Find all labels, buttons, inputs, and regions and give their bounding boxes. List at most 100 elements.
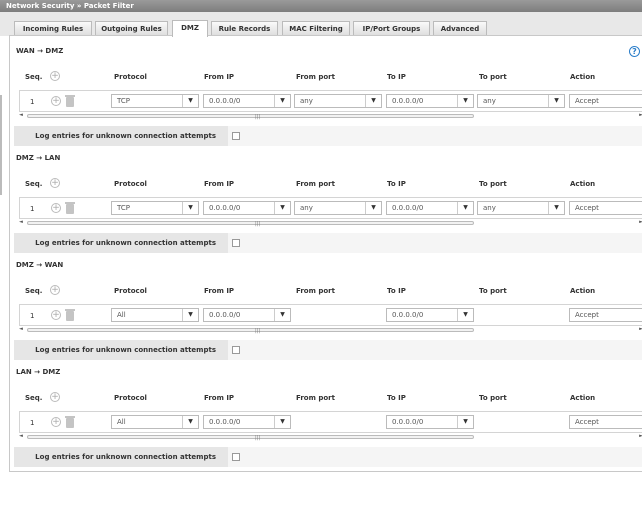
scroll-grip-icon: ||| — [255, 328, 261, 334]
header-from-ip: From IP — [204, 287, 235, 295]
to-port-select[interactable]: any ▼ — [477, 94, 565, 108]
from-ip-value: 0.0.0.0/0 — [209, 418, 241, 426]
from-ip-select[interactable]: 0.0.0.0/0 ▼ — [203, 415, 291, 429]
from-ip-select[interactable]: 0.0.0.0/0 ▼ — [203, 94, 291, 108]
chevron-down-icon: ▼ — [182, 416, 198, 428]
header-from-port: From port — [296, 394, 335, 402]
log-checkbox[interactable] — [232, 346, 240, 354]
scroll-grip-icon: ||| — [255, 221, 261, 227]
tab-incoming-rules[interactable]: Incoming Rules — [14, 21, 92, 36]
action-field[interactable]: Accept — [569, 201, 642, 215]
log-checkbox[interactable] — [232, 239, 240, 247]
chevron-down-icon: ▼ — [274, 95, 290, 107]
tab-advanced[interactable]: Advanced — [433, 21, 487, 36]
chevron-down-icon: ▼ — [182, 202, 198, 214]
horizontal-scrollbar[interactable]: ◄ ||| ► — [19, 326, 642, 334]
header-action: Action — [570, 180, 596, 188]
from-ip-value: 0.0.0.0/0 — [209, 204, 241, 212]
log-label: Log entries for unknown connection attem… — [35, 453, 216, 461]
to-port-value: any — [483, 204, 496, 212]
breadcrumb: Network Security » Packet Filter — [0, 0, 642, 12]
action-field[interactable]: Accept — [569, 94, 642, 108]
header-seq: Seq. — [25, 180, 43, 188]
log-checkbox[interactable] — [232, 132, 240, 140]
scroll-track[interactable]: ||| — [27, 221, 474, 227]
insert-rule-icon[interactable]: + — [51, 310, 61, 320]
header-to-ip: To IP — [387, 180, 406, 188]
to-port-select[interactable]: any ▼ — [477, 201, 565, 215]
tab-bar: Incoming Rules Outgoing Rules DMZ Rule R… — [0, 12, 642, 37]
header-to-port: To port — [479, 287, 507, 295]
scroll-track[interactable]: ||| — [27, 114, 474, 120]
trash-icon[interactable] — [65, 416, 75, 428]
protocol-value: All — [117, 311, 126, 319]
header-from-ip: From IP — [204, 394, 235, 402]
protocol-select[interactable]: All ▼ — [111, 308, 199, 322]
section-title: WAN → DMZ — [16, 47, 64, 55]
from-ip-select[interactable]: 0.0.0.0/0 ▼ — [203, 201, 291, 215]
from-port-value: any — [300, 97, 313, 105]
tab-rule-records[interactable]: Rule Records — [211, 21, 278, 36]
scroll-track[interactable]: ||| — [27, 435, 474, 441]
chevron-down-icon: ▼ — [274, 309, 290, 321]
header-from-ip: From IP — [204, 180, 235, 188]
horizontal-scrollbar[interactable]: ◄ ||| ► — [19, 219, 642, 227]
tab-dmz[interactable]: DMZ — [172, 20, 208, 37]
header-from-ip: From IP — [204, 73, 235, 81]
from-ip-select[interactable]: 0.0.0.0/0 ▼ — [203, 308, 291, 322]
trash-icon[interactable] — [65, 95, 75, 107]
header-from-port: From port — [296, 287, 335, 295]
scroll-track[interactable]: ||| — [27, 328, 474, 334]
header-to-ip: To IP — [387, 73, 406, 81]
header-to-ip: To IP — [387, 394, 406, 402]
tab-outgoing-rules[interactable]: Outgoing Rules — [95, 21, 168, 36]
add-rule-icon[interactable]: + — [50, 392, 60, 402]
insert-rule-icon[interactable]: + — [51, 96, 61, 106]
to-ip-select[interactable]: 0.0.0.0/0 ▼ — [386, 201, 474, 215]
insert-rule-icon[interactable]: + — [51, 203, 61, 213]
header-from-port: From port — [296, 73, 335, 81]
row-seq: 1 — [30, 205, 35, 213]
tab-mac-filtering[interactable]: MAC Filtering — [282, 21, 350, 36]
section-title: DMZ → WAN — [16, 261, 64, 269]
action-field[interactable]: Accept — [569, 415, 642, 429]
to-ip-select[interactable]: 0.0.0.0/0 ▼ — [386, 308, 474, 322]
protocol-value: All — [117, 418, 126, 426]
log-checkbox[interactable] — [232, 453, 240, 461]
insert-rule-icon[interactable]: + — [51, 417, 61, 427]
tab-ip-port-groups[interactable]: IP/Port Groups — [353, 21, 430, 36]
add-rule-icon[interactable]: + — [50, 285, 60, 295]
horizontal-scrollbar[interactable]: ◄ ||| ► — [19, 433, 642, 441]
to-ip-value: 0.0.0.0/0 — [392, 97, 424, 105]
trash-icon[interactable] — [65, 309, 75, 321]
chevron-down-icon: ▼ — [274, 202, 290, 214]
scroll-left-icon[interactable]: ◄ — [19, 219, 23, 225]
header-to-port: To port — [479, 180, 507, 188]
add-rule-icon[interactable]: + — [50, 71, 60, 81]
row-seq: 1 — [30, 312, 35, 320]
to-ip-select[interactable]: 0.0.0.0/0 ▼ — [386, 94, 474, 108]
scroll-left-icon[interactable]: ◄ — [19, 326, 23, 332]
horizontal-scrollbar[interactable]: ◄ ||| ► — [19, 112, 642, 120]
protocol-value: TCP — [117, 97, 130, 105]
protocol-select[interactable]: TCP ▼ — [111, 201, 199, 215]
to-ip-select[interactable]: 0.0.0.0/0 ▼ — [386, 415, 474, 429]
to-ip-value: 0.0.0.0/0 — [392, 204, 424, 212]
header-action: Action — [570, 73, 596, 81]
add-rule-icon[interactable]: + — [50, 178, 60, 188]
scroll-left-icon[interactable]: ◄ — [19, 112, 23, 118]
log-row: Log entries for unknown connection attem… — [14, 447, 642, 467]
action-field[interactable]: Accept — [569, 308, 642, 322]
header-seq: Seq. — [25, 287, 43, 295]
from-port-select[interactable]: any ▼ — [294, 201, 382, 215]
chevron-down-icon: ▼ — [548, 202, 564, 214]
trash-icon[interactable] — [65, 202, 75, 214]
from-port-select[interactable]: any ▼ — [294, 94, 382, 108]
protocol-select[interactable]: TCP ▼ — [111, 94, 199, 108]
scroll-grip-icon: ||| — [255, 435, 261, 441]
scroll-left-icon[interactable]: ◄ — [19, 433, 23, 439]
protocol-select[interactable]: All ▼ — [111, 415, 199, 429]
header-seq: Seq. — [25, 73, 43, 81]
chevron-down-icon: ▼ — [182, 95, 198, 107]
from-ip-value: 0.0.0.0/0 — [209, 311, 241, 319]
